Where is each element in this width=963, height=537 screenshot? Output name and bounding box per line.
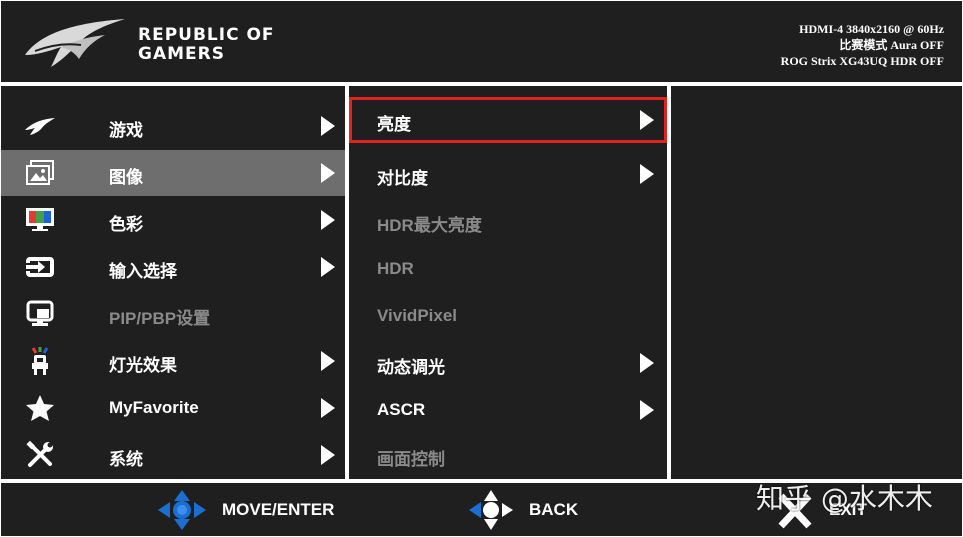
chevron-right-icon xyxy=(640,353,654,373)
chevron-right-icon xyxy=(321,351,335,371)
menu-item-label: 输入选择 xyxy=(109,262,177,281)
tools-icon xyxy=(23,440,57,469)
status-mode-aura: 比赛模式 Aura OFF xyxy=(839,38,944,52)
chevron-right-icon xyxy=(321,163,335,183)
status-model-hdr: ROG Strix XG43UQ HDR OFF xyxy=(780,54,944,68)
menu-item-label: 色彩 xyxy=(109,215,143,234)
chevron-right-icon xyxy=(321,398,335,418)
sub-item-label: VividPixel xyxy=(377,306,458,325)
sub-item-label: HDR xyxy=(377,259,414,278)
chevron-right-icon xyxy=(321,257,335,277)
chevron-right-icon xyxy=(640,400,654,420)
sub-item-label: 动态调光 xyxy=(377,358,445,377)
chevron-right-icon xyxy=(321,210,335,230)
status-input-resolution: HDMI-4 3840x2160 @ 60Hz xyxy=(799,22,944,36)
sub-menu: 亮度 对比度 HDR最大亮度 HDR VividPixel 动态调光 ASCR … xyxy=(349,86,667,479)
brand-line1: REPUBLIC OF xyxy=(138,25,275,45)
menu-item-label: 灯光效果 xyxy=(109,356,177,375)
sub-item-picture-control[interactable]: 画面控制 xyxy=(349,432,667,478)
menu-item-myfavorite[interactable]: MyFavorite xyxy=(1,385,345,431)
menu-item-input-select[interactable]: 输入选择 xyxy=(1,244,345,290)
menu-item-system[interactable]: 系统 xyxy=(1,432,345,478)
sub-item-label: 画面控制 xyxy=(377,450,445,469)
pip-pbp-icon xyxy=(23,300,57,328)
move-enter-label: MOVE/ENTER xyxy=(222,499,335,519)
image-icon xyxy=(23,159,57,187)
monitor-status: HDMI-4 3840x2160 @ 60Hz 比赛模式 Aura OFF RO… xyxy=(781,21,944,69)
input-select-icon xyxy=(23,253,57,281)
color-monitor-icon xyxy=(23,206,57,234)
chevron-right-icon xyxy=(640,110,654,130)
menu-item-label: PIP/PBP设置 xyxy=(109,309,211,328)
value-panel xyxy=(671,86,962,479)
menu-item-light-effect[interactable]: 灯光效果 xyxy=(1,338,345,384)
light-effect-icon xyxy=(23,347,57,375)
osd-header: REPUBLIC OF GAMERS HDMI-4 3840x2160 @ 60… xyxy=(1,1,962,82)
chevron-right-icon xyxy=(640,164,654,184)
sub-item-label: ASCR xyxy=(377,400,426,419)
sub-item-ascr[interactable]: ASCR xyxy=(349,387,667,433)
sub-item-hdr-max-brightness[interactable]: HDR最大亮度 xyxy=(349,198,667,244)
menu-item-pip-pbp[interactable]: PIP/PBP设置 xyxy=(1,291,345,337)
sub-item-contrast[interactable]: 对比度 xyxy=(349,151,667,197)
joystick-back-icon xyxy=(469,489,513,530)
main-menu: 游戏 图像 色彩 输入选择 PIP/PBP设置 灯光效果 MyFavorite … xyxy=(1,86,345,479)
back-label: BACK xyxy=(529,499,579,519)
rog-eye-icon xyxy=(23,112,57,140)
menu-item-label: 系统 xyxy=(109,450,143,469)
sub-item-hdr[interactable]: HDR xyxy=(349,246,667,292)
sub-item-dynamic-dimming[interactable]: 动态调光 xyxy=(349,340,667,386)
sub-item-vividpixel[interactable]: VividPixel xyxy=(349,293,667,339)
menu-item-color[interactable]: 色彩 xyxy=(1,197,345,243)
menu-item-label: 图像 xyxy=(109,168,143,187)
brand-name: REPUBLIC OF GAMERS xyxy=(138,26,275,64)
sub-item-label: HDR最大亮度 xyxy=(377,216,482,235)
move-enter-hint[interactable]: MOVE/ENTER xyxy=(156,483,334,536)
osd-window: REPUBLIC OF GAMERS HDMI-4 3840x2160 @ 60… xyxy=(0,0,963,537)
watermark-text: 知乎 @水木木 xyxy=(756,482,933,515)
sub-item-label: 亮度 xyxy=(377,115,411,134)
chevron-right-icon xyxy=(321,116,335,136)
sub-item-brightness[interactable]: 亮度 xyxy=(349,97,667,143)
menu-item-image[interactable]: 图像 xyxy=(1,150,345,196)
sub-item-label: 对比度 xyxy=(377,169,428,188)
menu-item-label: 游戏 xyxy=(109,121,143,140)
chevron-right-icon xyxy=(321,445,335,465)
rog-logo-icon xyxy=(25,19,125,67)
brand-line2: GAMERS xyxy=(138,44,225,64)
menu-item-game[interactable]: 游戏 xyxy=(1,103,345,149)
back-hint[interactable]: BACK xyxy=(467,483,578,536)
menu-item-label: MyFavorite xyxy=(109,398,199,417)
joystick-move-icon xyxy=(158,489,206,530)
star-icon xyxy=(23,394,57,422)
